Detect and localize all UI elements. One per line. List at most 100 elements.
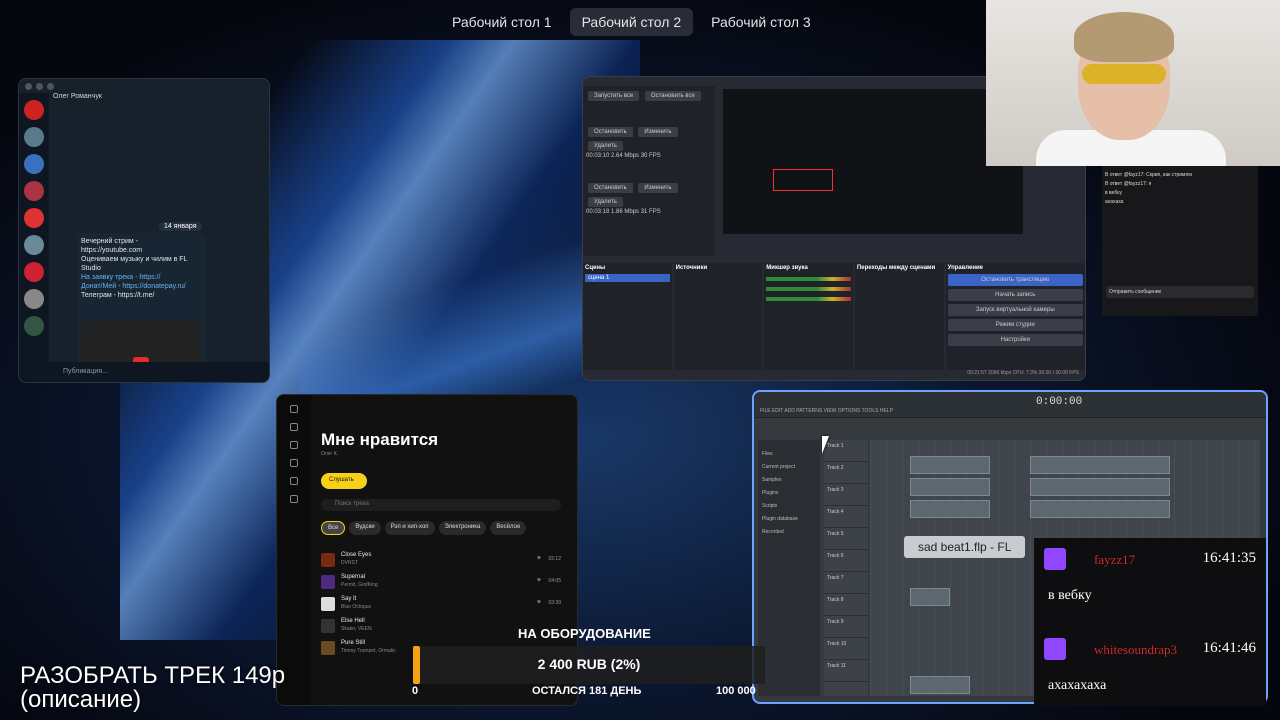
track-header[interactable]: Track 6 [824, 550, 868, 572]
track-title: Supernal [341, 574, 366, 580]
track-header[interactable]: Track 7 [824, 572, 868, 594]
heart-icon[interactable]: ♥ [537, 577, 541, 584]
desktop-2[interactable]: Рабочий стол 2 [569, 8, 694, 36]
browser-item[interactable]: Plugin database [762, 516, 816, 522]
controls-dock: Управление Остановить трансляцию Начать … [945, 263, 1085, 370]
multi-output-panel: Запустить все Остановить все Остановить … [583, 86, 715, 256]
music-sidebar [277, 395, 311, 705]
music-icon[interactable] [290, 441, 298, 449]
heart-icon[interactable]: ♥ [537, 555, 541, 562]
track-header[interactable]: Track 3 [824, 484, 868, 506]
delete-button[interactable]: Удалить [588, 197, 623, 207]
home-icon[interactable] [290, 405, 298, 413]
track-artist: Permit, GodKing [341, 582, 378, 588]
chat-username: whitesoundrap3 [1094, 642, 1178, 657]
transitions-dock: Переходы между сценами [854, 263, 944, 370]
maximize-icon[interactable] [47, 83, 54, 90]
start-all-button[interactable]: Запустить все [588, 91, 640, 101]
chat-input[interactable]: Отправить сообщение [1106, 286, 1254, 298]
library-icon[interactable] [290, 459, 298, 467]
caption-line: (описание) [20, 686, 142, 713]
filter-chip[interactable]: Весёлое [490, 521, 527, 535]
pattern-clip[interactable] [910, 500, 990, 518]
track-header[interactable]: Track 11 [824, 660, 868, 682]
pattern-clip[interactable] [910, 478, 990, 496]
browser-item[interactable]: Files [762, 451, 816, 457]
preview-canvas[interactable] [723, 89, 1023, 234]
avatar[interactable] [24, 127, 44, 147]
podcast-icon[interactable] [290, 477, 298, 485]
track-search-input[interactable]: Поиск трека [321, 499, 561, 511]
start-recording-button[interactable]: Начать запись [947, 289, 1083, 301]
album-cover [321, 597, 335, 611]
filter-chip[interactable]: Рэп и хип-хоп [384, 521, 435, 535]
track-row[interactable]: Say It Blue Octopus ♥ 03:39 [321, 595, 561, 613]
settings-button[interactable]: Настройки [947, 334, 1083, 346]
selected-source-outline [773, 169, 833, 191]
stop-button[interactable]: Остановить [588, 183, 633, 193]
output-stats: 00:03:18 1.86 Mbps 31 FPS [586, 209, 661, 215]
stop-button[interactable]: Остановить [588, 127, 633, 137]
edit-button[interactable]: Изменить [638, 183, 678, 193]
pattern-clip[interactable] [1030, 478, 1170, 496]
message-link[interactable]: Донат/Мей - https://donatepay.ru/ [81, 282, 201, 291]
fl-menu-bar[interactable]: FILE EDIT ADD PATTERNS VIEW OPTIONS TOOL… [760, 408, 893, 414]
track-header[interactable]: Track 2 [824, 462, 868, 484]
track-header[interactable]: Track 9 [824, 616, 868, 638]
search-icon[interactable] [290, 423, 298, 431]
virtual-camera-button[interactable]: Запуск виртуальной камеры [947, 304, 1083, 316]
avatar[interactable] [24, 235, 44, 255]
avatar[interactable] [24, 100, 44, 120]
scene-item[interactable]: сцена 1 [585, 274, 670, 282]
browser-item[interactable]: Scripts [762, 503, 816, 509]
track-header[interactable]: Track 5 [824, 528, 868, 550]
track-header[interactable]: Track 8 [824, 594, 868, 616]
avatar[interactable] [24, 316, 44, 336]
caption-line: РАЗОБРАТЬ ТРЕК 149р [20, 662, 286, 689]
chat-username: fayzz17 [1094, 552, 1136, 567]
track-header[interactable]: Track 4 [824, 506, 868, 528]
status-bar: 00:21:57 2096 kbps CPU: 7.3% 30.00 / 30.… [967, 370, 1079, 376]
filter-chip[interactable]: Все [321, 521, 346, 535]
date-separator: 14 января [159, 222, 202, 231]
album-cover [321, 619, 335, 633]
heart-icon[interactable] [290, 495, 298, 503]
play-button[interactable]: Слушать [321, 473, 367, 489]
track-row[interactable]: Supernal Permit, GodKing ♥ 04:05 [321, 573, 561, 591]
browser-item[interactable]: Samples [762, 477, 816, 483]
message-input[interactable]: Публикация... [49, 362, 269, 382]
track-header[interactable]: Track 1 [824, 440, 868, 462]
browser-item[interactable]: Current project [762, 464, 816, 470]
pattern-clip[interactable] [1030, 500, 1170, 518]
desktop-3[interactable]: Рабочий стол 3 [699, 8, 823, 36]
track-row[interactable]: Close Eyes DVRST ♥ 02:12 [321, 551, 561, 569]
filter-chip[interactable]: Вудски [349, 521, 381, 535]
track-header[interactable]: Track 10 [824, 638, 868, 660]
minimize-icon[interactable] [36, 83, 43, 90]
avatar[interactable] [24, 289, 44, 309]
stop-all-button[interactable]: Остановить все [644, 91, 701, 101]
avatar[interactable] [24, 208, 44, 228]
avatar[interactable] [24, 154, 44, 174]
goal-progress-bar: 2 400 RUB (2%) [413, 646, 765, 684]
message-link[interactable]: На заявку трека - https:// [81, 273, 201, 282]
avatar[interactable] [24, 181, 44, 201]
pattern-clip[interactable] [910, 588, 950, 606]
browser-item[interactable]: Plugins [762, 490, 816, 496]
pattern-clip[interactable] [1030, 456, 1170, 474]
filter-chip[interactable]: Электроника [438, 521, 487, 535]
stop-stream-button[interactable]: Остановить трансляцию [947, 274, 1083, 286]
studio-mode-button[interactable]: Режим студии [947, 319, 1083, 331]
person-hair [1074, 12, 1174, 62]
heart-icon[interactable]: ♥ [537, 599, 541, 606]
pattern-clip[interactable] [910, 676, 970, 694]
delete-button[interactable]: Удалить [588, 141, 623, 151]
avatar[interactable] [24, 262, 44, 282]
track-title: Say It [341, 596, 357, 602]
chat-timestamp: 16:41:46 [1202, 640, 1256, 656]
edit-button[interactable]: Изменить [638, 127, 678, 137]
browser-item[interactable]: Recorded [762, 529, 816, 535]
pattern-clip[interactable] [910, 456, 990, 474]
close-icon[interactable] [25, 83, 32, 90]
desktop-1[interactable]: Рабочий стол 1 [440, 8, 564, 36]
